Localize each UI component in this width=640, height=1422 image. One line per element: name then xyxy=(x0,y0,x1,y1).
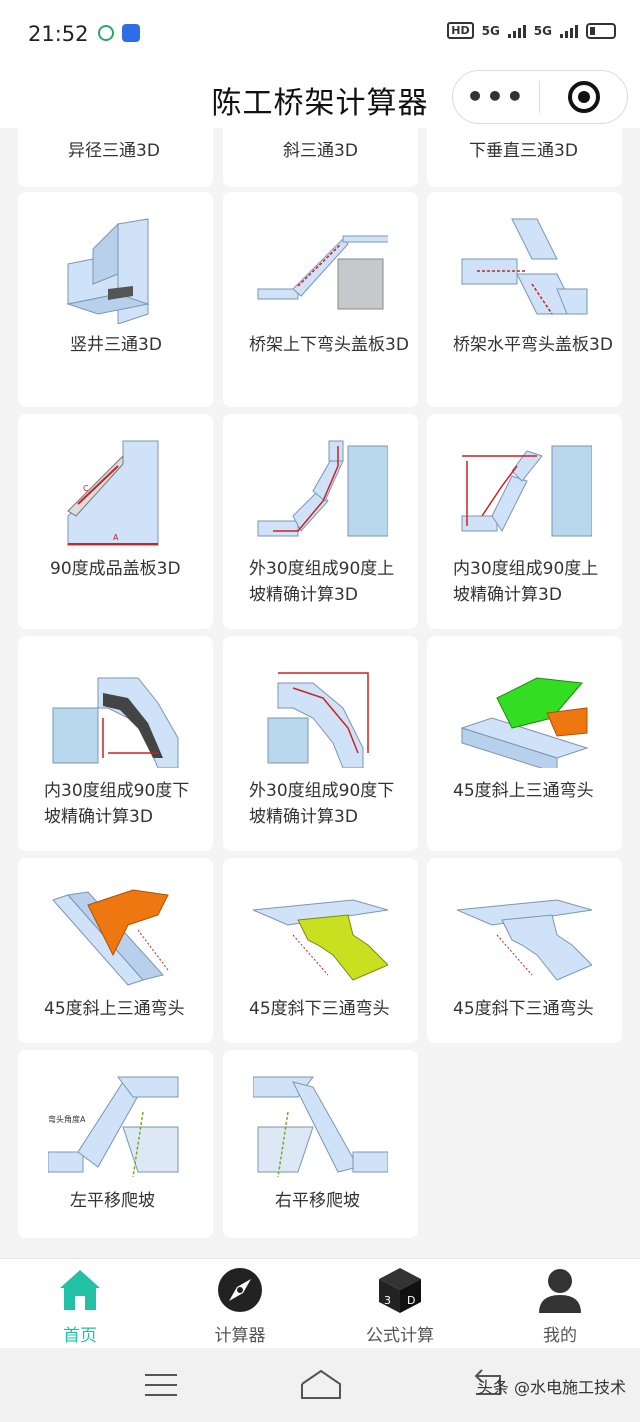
svg-text:弯头角度A: 弯头角度A xyxy=(48,1114,86,1124)
grid-item-11[interactable]: 45度斜上三通弯头 xyxy=(427,636,622,851)
grid-item-label: 45度斜上三通弯头 xyxy=(453,781,594,801)
grid-item-9[interactable]: 内30度组成90度下坡精确计算3D xyxy=(18,636,213,851)
svg-text:3: 3 xyxy=(384,1294,391,1307)
grid-item-label: 90度成品盖板3D xyxy=(50,559,181,579)
grid-item-label: 桥架上下弯头盖板3D xyxy=(249,335,409,355)
signal-icon-2 xyxy=(560,24,578,38)
calculator-grid: 异径三通3D 斜三通3D 下垂直三通3D 竖井三通3D 桥架上下弯头盖板3D 桥… xyxy=(0,128,640,1258)
status-time: 21:52 xyxy=(28,22,89,46)
mini-program-capsule: ••• xyxy=(452,70,628,124)
user-icon xyxy=(539,1269,581,1313)
more-dots-icon[interactable]: ••• xyxy=(453,83,539,111)
tee-45-down-yellow-image xyxy=(253,899,388,981)
grid-item-label: 左平移爬坡 xyxy=(70,1191,155,1211)
home-icon xyxy=(60,1270,100,1310)
outer-30-down-image xyxy=(267,672,369,768)
grid-item-label: 45度斜上三通弯头 xyxy=(44,999,185,1019)
svg-text:D: D xyxy=(407,1294,415,1307)
tee-45-down-gray-image xyxy=(457,899,592,981)
network-5g-1: 5G xyxy=(481,23,500,38)
grid-item-1[interactable]: 斜三通3D xyxy=(223,128,418,187)
tab-label: 首页 xyxy=(63,1326,97,1346)
horizontal-elbow-cover-image xyxy=(461,218,588,315)
grid-item-label: 竖井三通3D xyxy=(70,335,162,355)
cube-3d-icon: 3 D xyxy=(379,1268,421,1313)
grid-item-label: 桥架水平弯头盖板3D xyxy=(453,335,613,355)
tab-label: 计算器 xyxy=(214,1326,266,1346)
svg-text:A: A xyxy=(113,533,119,542)
tab-home[interactable]: 首页 xyxy=(20,1265,140,1346)
grid-item-label: 异径三通3D xyxy=(68,141,160,161)
compass-icon xyxy=(218,1268,262,1312)
svg-text:C: C xyxy=(83,484,89,493)
grid-item-6[interactable]: A C 90度成品盖板3D xyxy=(18,414,213,629)
home-nav-icon[interactable] xyxy=(300,1368,342,1400)
grid-item-14[interactable]: 45度斜下三通弯头 xyxy=(427,858,622,1043)
grid-item-label: 外30度组成90度上坡精确计算3D xyxy=(249,559,395,605)
grid-item-label: 45度斜下三通弯头 xyxy=(453,999,594,1019)
grid-item-12[interactable]: 45度斜上三通弯头 xyxy=(18,858,213,1043)
grid-item-10[interactable]: 外30度组成90度下坡精确计算3D xyxy=(223,636,418,851)
left-shift-slope-image: 弯头角度A xyxy=(48,1076,179,1178)
menu-icon[interactable] xyxy=(145,1372,177,1398)
grid-item-2[interactable]: 下垂直三通3D xyxy=(427,128,622,187)
tab-label: 公式计算 xyxy=(366,1326,434,1346)
network-5g-2: 5G xyxy=(533,23,552,38)
signal-icon xyxy=(507,24,526,38)
grid-item-label: 右平移爬坡 xyxy=(275,1191,360,1211)
grid-item-13[interactable]: 45度斜下三通弯头 xyxy=(223,858,418,1043)
tab-calculator[interactable]: 计算器 xyxy=(180,1265,300,1346)
grid-item-label: 内30度组成90度下坡精确计算3D xyxy=(44,781,190,827)
grid-item-5[interactable]: 桥架水平弯头盖板3D xyxy=(427,192,622,407)
title-bar: 陈工桥架计算器 ••• xyxy=(0,70,640,128)
grid-item-16[interactable]: 右平移爬坡 xyxy=(223,1050,418,1238)
tab-label: 我的 xyxy=(543,1326,577,1346)
grid-item-label: 斜三通3D xyxy=(283,141,358,161)
grid-item-8[interactable]: 内30度组成90度上坡精确计算3D xyxy=(427,414,622,629)
grid-item-15[interactable]: 弯头角度A 左平移爬坡 xyxy=(18,1050,213,1238)
system-nav-bar: 头条 @水电施工技术 xyxy=(0,1348,640,1422)
status-indicators: HD 5G 5G xyxy=(447,22,616,39)
grid-item-0[interactable]: 异径三通3D xyxy=(18,128,213,187)
vertical-elbow-cover-image xyxy=(257,235,388,310)
grid-item-label: 内30度组成90度上坡精确计算3D xyxy=(453,559,599,605)
close-button[interactable] xyxy=(540,81,627,113)
right-shift-slope-image xyxy=(253,1076,388,1178)
notification-icon xyxy=(98,25,114,41)
grid-item-label: 45度斜下三通弯头 xyxy=(249,999,390,1019)
tab-mine[interactable]: 我的 xyxy=(500,1265,620,1346)
inner-30-down-image xyxy=(52,677,179,768)
status-bar: 21:52 HD 5G 5G xyxy=(0,0,640,70)
tee-45-up-orange-image xyxy=(52,889,169,986)
grid-item-label: 外30度组成90度下坡精确计算3D xyxy=(249,781,395,827)
grid-item-3[interactable]: 竖井三通3D xyxy=(18,192,213,407)
inner-30-up-image xyxy=(461,445,592,537)
tee-45-up-green-image xyxy=(460,677,589,768)
app-notification-icon xyxy=(122,24,140,42)
elbow-90-cover-image: A C xyxy=(67,440,159,546)
bottom-tab-bar: 首页 计算器 3 D 公式计算 我的 xyxy=(0,1258,640,1348)
tab-formula[interactable]: 3 D 公式计算 xyxy=(340,1265,460,1346)
shaft-tee-3d-image xyxy=(66,218,150,324)
hd-badge: HD xyxy=(447,22,474,39)
grid-item-7[interactable]: 外30度组成90度上坡精确计算3D xyxy=(223,414,418,629)
grid-item-label: 下垂直三通3D xyxy=(469,141,578,161)
outer-30-up-image xyxy=(257,440,388,537)
watermark-text: 头条 @水电施工技术 xyxy=(476,1378,626,1397)
battery-icon xyxy=(586,22,616,39)
grid-item-4[interactable]: 桥架上下弯头盖板3D xyxy=(223,192,418,407)
target-close-icon xyxy=(567,81,600,113)
